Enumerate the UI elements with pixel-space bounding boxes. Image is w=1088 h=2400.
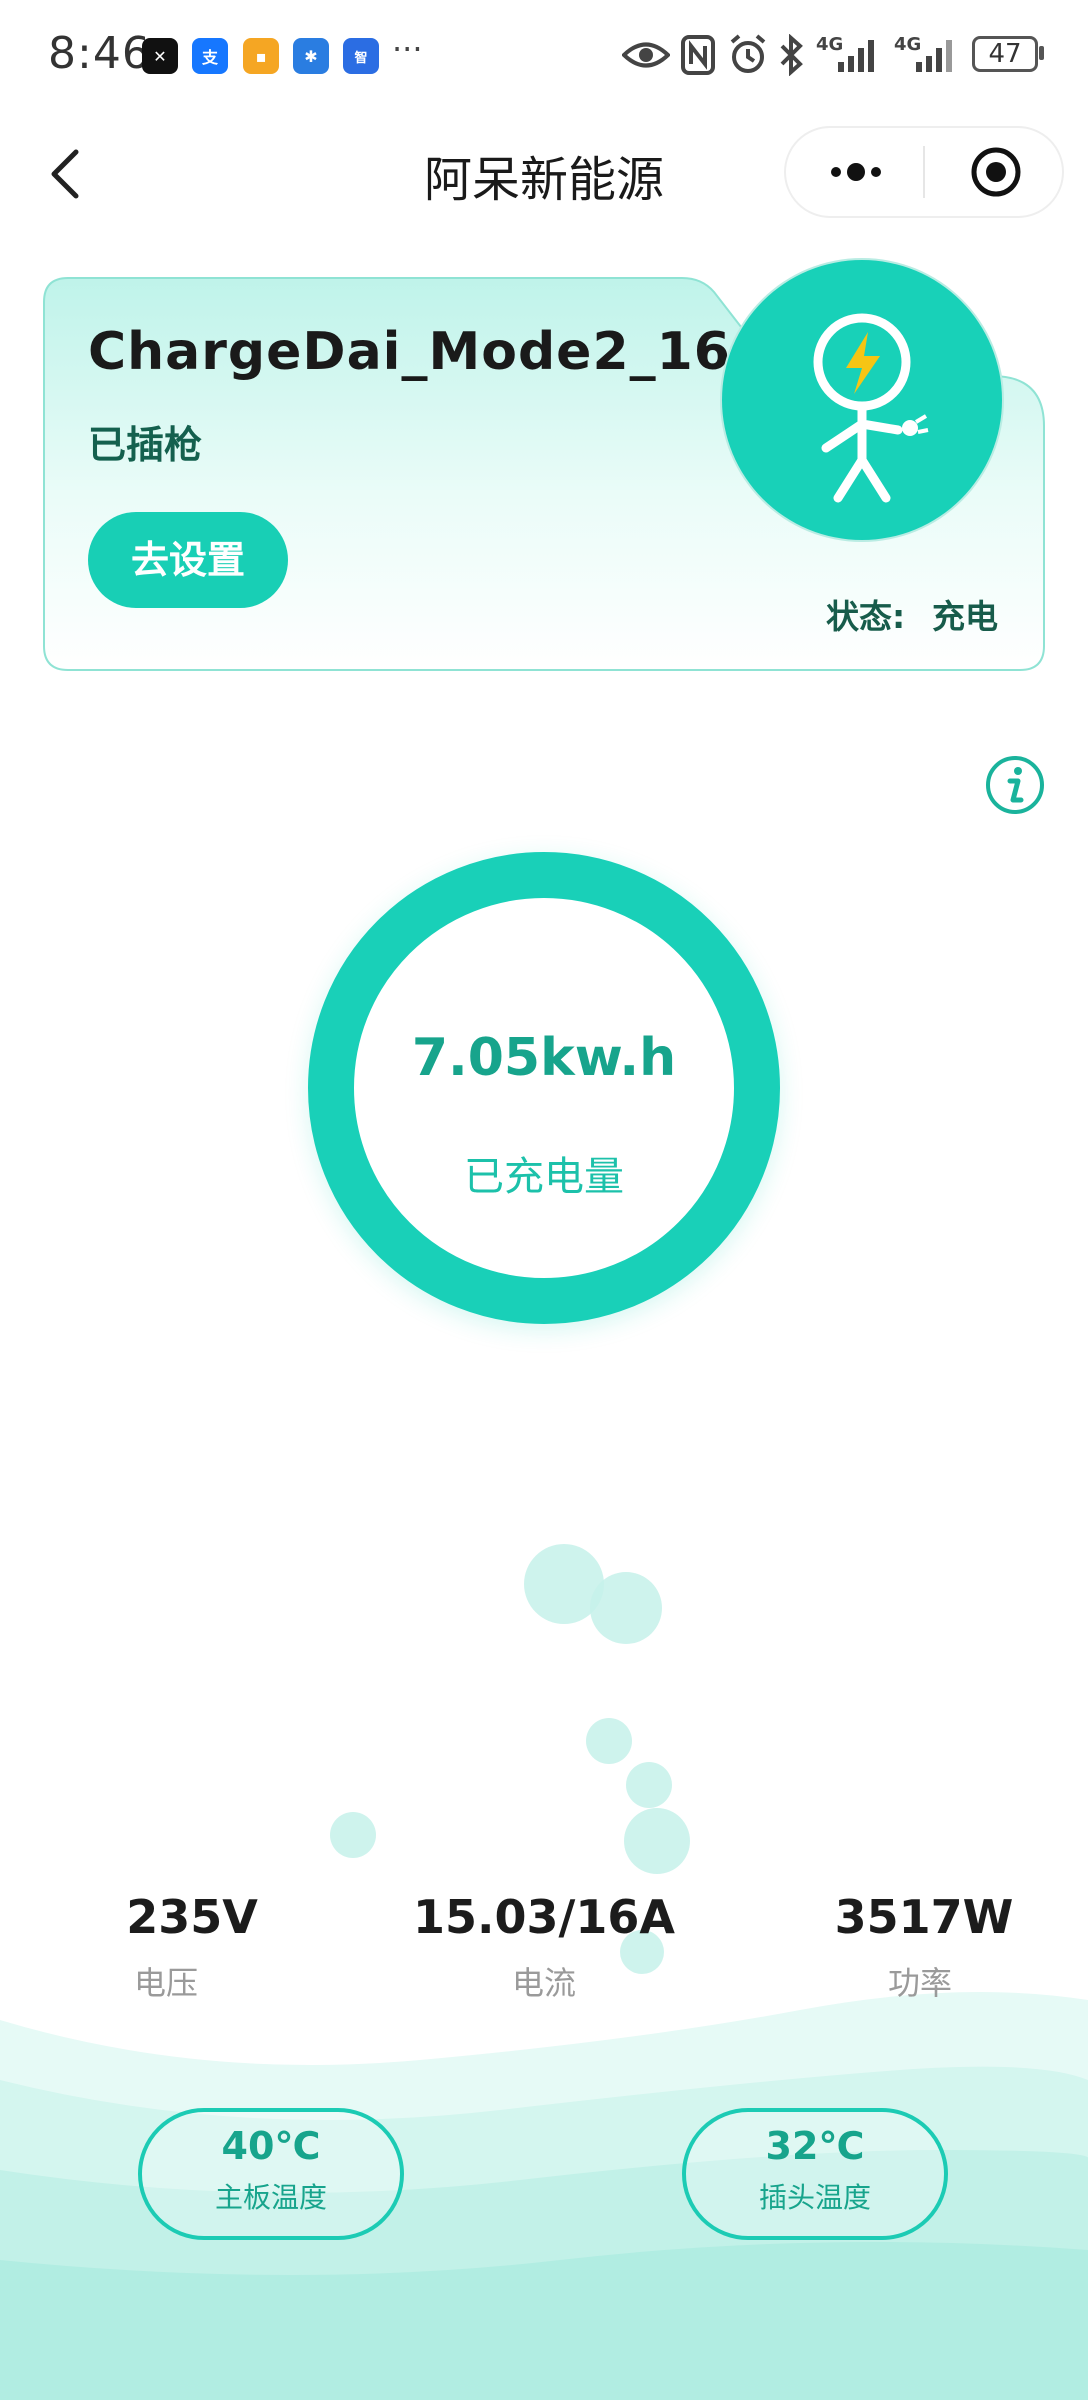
plug-temp-label: 插头温度 bbox=[758, 2181, 871, 2214]
alarm-icon bbox=[730, 34, 766, 73]
bubble bbox=[586, 1718, 632, 1764]
eye-icon bbox=[622, 42, 670, 68]
board-temp-value: 40℃ bbox=[221, 2124, 321, 2168]
bluetooth-icon bbox=[780, 34, 803, 76]
status-bar: 8:46 ✕ 支 ▪ ✱ 智 ··· 4G 4G 47 bbox=[0, 0, 1088, 110]
bubble bbox=[626, 1762, 672, 1808]
bubble bbox=[590, 1572, 662, 1644]
battery-tip bbox=[1039, 46, 1044, 60]
power-label: 功率 bbox=[887, 1964, 952, 2002]
device-avatar bbox=[722, 260, 1002, 540]
settings-button[interactable]: 去设置 bbox=[88, 512, 288, 608]
charging-mascot-icon bbox=[813, 313, 929, 503]
close-target-icon[interactable] bbox=[970, 146, 1022, 198]
charged-energy-value: 7.05kw.h bbox=[411, 1028, 677, 1088]
power-value: 3517W bbox=[834, 1890, 1014, 1944]
bubble bbox=[330, 1812, 376, 1858]
plug-status: 已插枪 bbox=[88, 423, 203, 467]
bubble bbox=[624, 1808, 690, 1874]
voltage-label: 电压 bbox=[133, 1964, 198, 2002]
state-label: 状态: bbox=[826, 597, 906, 636]
battery-icon: 47 bbox=[972, 36, 1038, 72]
signal-2-icon bbox=[916, 40, 952, 72]
more-options-icon[interactable] bbox=[826, 150, 886, 194]
charged-energy-label: 已充电量 bbox=[464, 1154, 624, 1200]
charge-ring bbox=[308, 852, 780, 1324]
state-value: 充电 bbox=[932, 597, 998, 636]
current-value: 15.03/16A bbox=[413, 1890, 675, 1944]
capsule-divider bbox=[923, 146, 925, 198]
capcut-app-icon: ✕ bbox=[142, 38, 178, 74]
nfc-icon bbox=[681, 35, 715, 75]
service-app-icon: ✱ bbox=[293, 38, 329, 74]
voltage-value: 235V bbox=[126, 1890, 258, 1944]
alipay-app-icon: 支 bbox=[192, 38, 228, 74]
status-time: 8:46 bbox=[48, 28, 151, 79]
signal-icon bbox=[838, 40, 874, 72]
zhiche-app-icon: 智 bbox=[343, 38, 379, 74]
device-name: ChargeDai_Mode2_16A bbox=[88, 322, 773, 382]
wallet-app-icon: ▪ bbox=[243, 38, 279, 74]
current-label: 电流 bbox=[511, 1964, 576, 2002]
info-icon[interactable] bbox=[984, 754, 1046, 816]
more-notifications-icon: ··· bbox=[392, 30, 423, 68]
board-temp-label: 主板温度 bbox=[214, 2181, 327, 2214]
plug-temp-value: 32℃ bbox=[765, 2124, 865, 2168]
